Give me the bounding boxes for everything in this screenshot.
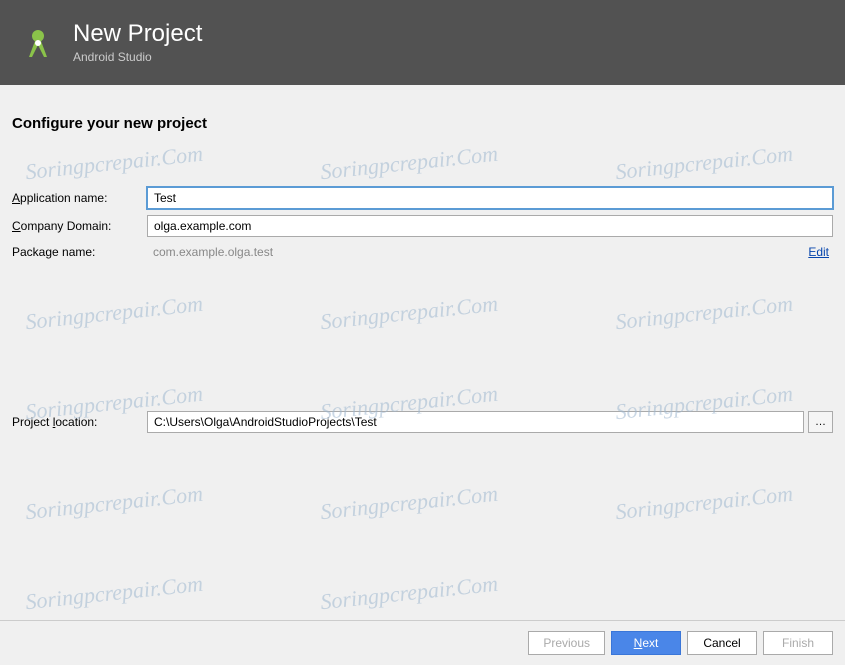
header: New Project Android Studio bbox=[0, 0, 845, 85]
watermark: Soringpcrepair.Com bbox=[24, 571, 204, 615]
watermark: Soringpcrepair.Com bbox=[24, 481, 204, 525]
company-domain-input[interactable] bbox=[147, 215, 833, 237]
browse-location-button[interactable]: … bbox=[808, 411, 833, 433]
project-location-row: Project location: … bbox=[12, 411, 833, 433]
package-name-label: Package name: bbox=[12, 245, 147, 259]
section-title: Configure your new project bbox=[12, 115, 833, 132]
cancel-button[interactable]: Cancel bbox=[687, 631, 757, 655]
watermark: Soringpcrepair.Com bbox=[614, 481, 794, 525]
header-text: New Project Android Studio bbox=[73, 21, 202, 63]
previous-button: Previous bbox=[528, 631, 605, 655]
header-subtitle: Android Studio bbox=[73, 50, 202, 64]
content-area: Configure your new project Application n… bbox=[0, 85, 845, 433]
edit-package-link[interactable]: Edit bbox=[808, 245, 829, 259]
footer: Previous Next Cancel Finish bbox=[0, 620, 845, 665]
project-location-input[interactable] bbox=[147, 411, 804, 433]
watermark: Soringpcrepair.Com bbox=[319, 571, 499, 615]
application-name-label: Application name: bbox=[12, 191, 147, 205]
header-title: New Project bbox=[73, 21, 202, 47]
company-domain-row: Company Domain: bbox=[12, 215, 833, 237]
next-button[interactable]: Next bbox=[611, 631, 681, 655]
watermark: Soringpcrepair.Com bbox=[319, 481, 499, 525]
company-domain-label: Company Domain: bbox=[12, 219, 147, 233]
package-name-row: Package name: com.example.olga.test Edit bbox=[12, 243, 833, 261]
finish-button: Finish bbox=[763, 631, 833, 655]
application-name-input[interactable] bbox=[147, 187, 833, 209]
android-studio-icon bbox=[18, 23, 58, 63]
package-name-value: com.example.olga.test bbox=[147, 243, 800, 261]
project-location-label: Project location: bbox=[12, 415, 147, 429]
application-name-row: Application name: bbox=[12, 187, 833, 209]
